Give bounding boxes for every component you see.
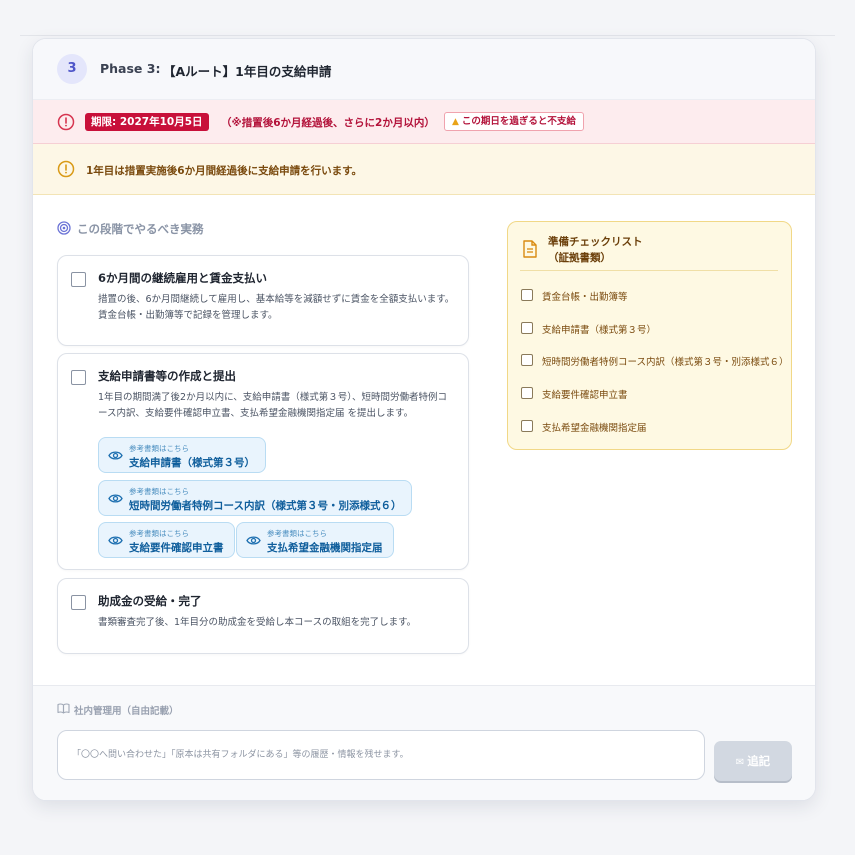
warning-triangle-icon: ▲ xyxy=(452,117,459,127)
phase-number-badge: 3 xyxy=(57,54,87,84)
checklist-checkbox[interactable] xyxy=(521,387,533,399)
reference-doc-link[interactable]: 参考書類はこちら 短時間労働者特例コース内訳（様式第３号・別添様式６） xyxy=(98,480,413,516)
checklist-item-label: 短時間労働者特例コース内訳（様式第３号・別添様式６） xyxy=(542,357,789,368)
reference-doc-link[interactable]: 参考書類はこちら 支給申請書（様式第３号） xyxy=(98,437,266,473)
add-memo-button[interactable]: ✉ 追記 xyxy=(714,741,792,781)
doc-link-title: 支給要件確認申立書 xyxy=(129,542,224,554)
task-description: 措置の後、6か月間継続して雇用し、基本給等を減額せずに賃金を全額支払います。賃金… xyxy=(98,294,455,321)
book-icon xyxy=(57,703,70,714)
doc-link-caption: 参考書類はこちら xyxy=(129,444,189,453)
deadline-note: （※措置後6か月経過後、さらに2か月以内） xyxy=(221,117,435,129)
checklist-item-label: 支給申請書（様式第３号） xyxy=(542,325,657,336)
doc-link-caption: 参考書類はこちら xyxy=(267,529,327,538)
task-card: 支給申請書等の作成と提出 1年目の期間満了後2か月以内に、支給申請書（様式第３号… xyxy=(57,353,469,570)
eye-icon xyxy=(108,494,123,503)
alert-circle-icon xyxy=(57,113,75,131)
checklist-checkbox[interactable] xyxy=(521,354,533,366)
phase-header: 3 Phase 3: 【Aルート】1年目の支給申請 xyxy=(33,39,815,100)
phase-label: Phase 3: xyxy=(100,61,161,76)
task-card: 6か月間の継続雇用と賃金支払い 措置の後、6か月間継続して雇用し、基本給等を減額… xyxy=(57,255,469,346)
doc-link-title: 短時間労働者特例コース内訳（様式第３号・別添様式６） xyxy=(129,500,402,512)
info-banner: 1年目は措置実施後6か月間経過後に支給申請を行います。 xyxy=(33,144,815,195)
task-title: 支給申請書等の作成と提出 xyxy=(98,369,236,383)
task-checkbox[interactable] xyxy=(71,272,86,287)
checklist-checkbox[interactable] xyxy=(521,289,533,301)
checklist-title-line1: 準備チェックリスト xyxy=(548,236,643,248)
memo-label: 社内管理用（自由記載） xyxy=(74,706,179,717)
deadline-warning-text: この期日を過ぎると不支給 xyxy=(461,116,576,127)
phase-card: 3 Phase 3: 【Aルート】1年目の支給申請 期限: 2027年10月5日… xyxy=(32,38,816,801)
top-divider xyxy=(20,35,835,36)
task-card: 助成金の受給・完了 書類審査完了後、1年目分の助成金を受給し本コースの取組を完了… xyxy=(57,578,469,654)
task-checkbox[interactable] xyxy=(71,370,86,385)
checklist-checkbox[interactable] xyxy=(521,322,533,334)
reference-doc-link[interactable]: 参考書類はこちら 支給要件確認申立書 xyxy=(98,522,235,558)
task-checkbox[interactable] xyxy=(71,595,86,610)
task-title: 6か月間の継続雇用と賃金支払い xyxy=(98,271,267,285)
deadline-warning-badge: ▲ この期日を過ぎると不支給 xyxy=(444,112,584,131)
doc-link-caption: 参考書類はこちら xyxy=(129,529,189,538)
doc-link-title: 支払希望金融機関指定届 xyxy=(267,542,383,554)
preparation-checklist: 準備チェックリスト （証拠書類） 賃金台帳・出勤簿等 支給申請書（様式第３号） … xyxy=(507,221,792,450)
deadline-banner: 期限: 2027年10月5日 （※措置後6か月経過後、さらに2か月以内） ▲ この… xyxy=(33,100,815,144)
eye-icon xyxy=(108,536,123,545)
task-description: 1年目の期間満了後2か月以内に、支給申請書（様式第３号）、短時間労働者特例コース… xyxy=(98,392,448,419)
task-description: 書類審査完了後、1年目分の助成金を受給し本コースの取組を完了します。 xyxy=(98,617,417,628)
checklist-item-label: 支給要件確認申立書 xyxy=(542,390,628,401)
task-title: 助成金の受給・完了 xyxy=(98,594,202,608)
memo-input[interactable] xyxy=(57,730,705,780)
checklist-item-label: 賃金台帳・出勤簿等 xyxy=(542,292,628,303)
phase-title: 【Aルート】1年目の支給申請 xyxy=(163,64,332,79)
memo-section: 社内管理用（自由記載） ✉追記 xyxy=(33,685,815,800)
info-text: 1年目は措置実施後6か月間経過後に支給申請を行います。 xyxy=(86,165,363,177)
checklist-checkbox[interactable] xyxy=(521,420,533,432)
section-title: この段階でやるべき実務 xyxy=(77,222,204,236)
checklist-divider xyxy=(520,270,778,271)
checklist-title: 準備チェックリスト （証拠書類） xyxy=(548,234,643,266)
document-icon xyxy=(523,240,537,258)
eye-icon xyxy=(246,536,261,545)
reference-doc-link[interactable]: 参考書類はこちら 支払希望金融機関指定届 xyxy=(236,522,394,558)
eye-icon xyxy=(108,451,123,460)
deadline-date-badge: 期限: 2027年10月5日 xyxy=(85,113,209,131)
checklist-title-line2: （証拠書類） xyxy=(548,252,611,264)
doc-link-title: 支給申請書（様式第３号） xyxy=(129,457,255,469)
target-icon xyxy=(57,221,71,235)
checklist-item-label: 支払希望金融機関指定届 xyxy=(542,423,647,434)
doc-link-caption: 参考書類はこちら xyxy=(129,487,189,496)
add-memo-label: 追記 xyxy=(747,754,771,768)
info-circle-icon xyxy=(57,160,75,178)
send-icon: ✉ xyxy=(735,757,745,768)
